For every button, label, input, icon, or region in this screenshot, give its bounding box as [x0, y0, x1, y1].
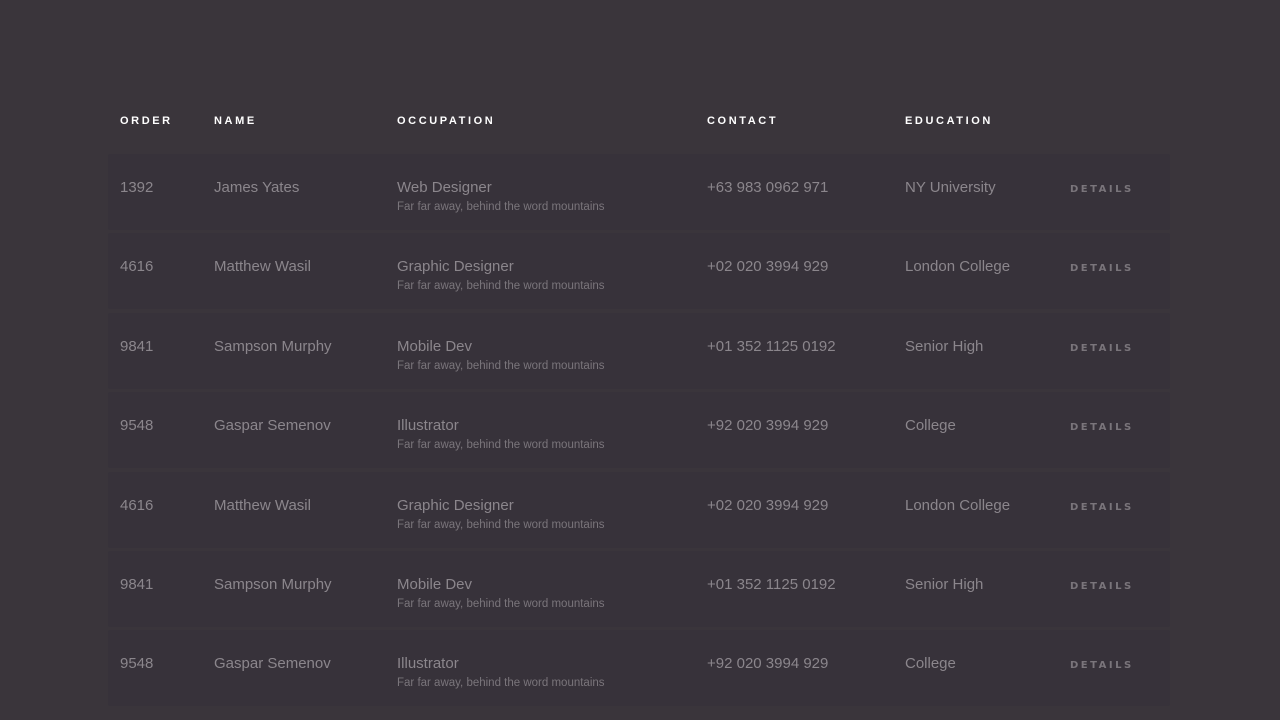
details-button[interactable]: DETAILS [1070, 422, 1134, 433]
cell-contact: +02 020 3994 929 [707, 258, 829, 276]
cell-education: London College [905, 496, 1011, 514]
table-body: 1392 James Yates Web Designer Far far aw… [108, 154, 1170, 707]
table-row: 9548 Gaspar Semenov Illustrator Far far … [108, 630, 1170, 707]
data-table: ORDER NAME OCCUPATION CONTACT EDUCATION … [108, 88, 1170, 710]
occupation-title: Graphic Designer [397, 258, 514, 276]
occupation-description: Far far away, behind the word mountains [397, 518, 605, 531]
cell-contact: +92 020 3994 929 [707, 655, 829, 673]
occupation-title: Graphic Designer [397, 496, 514, 514]
details-button[interactable]: DETAILS [1070, 263, 1134, 274]
cell-contact: +02 020 3994 929 [707, 496, 829, 514]
details-button[interactable]: DETAILS [1070, 184, 1134, 195]
occupation-title: Web Designer [397, 179, 492, 196]
table-row: 4616 Matthew Wasil Graphic Designer Far … [108, 471, 1170, 548]
cell-name: Sampson Murphy [214, 337, 332, 355]
cell-name: Sampson Murphy [214, 575, 332, 593]
header-name: NAME [214, 115, 257, 127]
cell-occupation: Web Designer Far far away, behind the wo… [397, 179, 605, 214]
table-row: 9841 Sampson Murphy Mobile Dev Far far a… [108, 312, 1170, 389]
cell-name: Gaspar Semenov [214, 655, 331, 673]
cell-education: College [905, 655, 956, 673]
cell-order: 1392 [120, 179, 154, 196]
header-contact: CONTACT [707, 115, 779, 127]
occupation-title: Mobile Dev [397, 337, 473, 355]
table-row: 4616 Matthew Wasil Graphic Designer Far … [108, 233, 1170, 310]
table-row: 9548 Gaspar Semenov Illustrator Far far … [108, 392, 1170, 469]
details-button[interactable]: DETAILS [1070, 502, 1134, 513]
cell-education: NY University [905, 179, 996, 196]
cell-occupation: Graphic Designer Far far away, behind th… [397, 497, 605, 532]
cell-order: 9548 [120, 417, 154, 435]
table-row: 1392 James Yates Web Designer Far far aw… [108, 154, 1170, 230]
cell-contact: +01 352 1125 0192 [707, 575, 836, 593]
cell-education: College [905, 417, 956, 435]
cell-order: 9841 [120, 337, 154, 355]
cell-occupation: Mobile Dev Far far away, behind the word… [397, 576, 605, 611]
occupation-description: Far far away, behind the word mountains [397, 439, 605, 452]
cell-contact: +01 352 1125 0192 [707, 337, 836, 355]
cell-order: 4616 [120, 496, 154, 514]
header-occupation: OCCUPATION [397, 115, 496, 127]
occupation-title: Mobile Dev [397, 575, 473, 593]
cell-order: 9841 [120, 575, 154, 593]
cell-name: Gaspar Semenov [214, 417, 331, 435]
cell-contact: +92 020 3994 929 [707, 417, 829, 435]
occupation-title: Illustrator [397, 417, 459, 435]
cell-occupation: Illustrator Far far away, behind the wor… [397, 655, 605, 690]
occupation-description: Far far away, behind the word mountains [397, 597, 605, 610]
table-header: ORDER NAME OCCUPATION CONTACT EDUCATION [108, 88, 1170, 154]
cell-name: James Yates [214, 179, 300, 196]
cell-name: Matthew Wasil [214, 258, 311, 276]
cell-education: Senior High [905, 337, 984, 355]
cell-order: 4616 [120, 258, 154, 276]
cell-contact: +63 983 0962 971 [707, 179, 829, 196]
cell-education: Senior High [905, 575, 984, 593]
cell-name: Matthew Wasil [214, 496, 311, 514]
table-row: 9841 Sampson Murphy Mobile Dev Far far a… [108, 550, 1170, 627]
details-button[interactable]: DETAILS [1070, 343, 1134, 354]
header-education: EDUCATION [905, 115, 993, 127]
cell-order: 9548 [120, 655, 154, 673]
cell-education: London College [905, 258, 1011, 276]
occupation-title: Illustrator [397, 655, 459, 673]
cell-occupation: Illustrator Far far away, behind the wor… [397, 417, 605, 452]
details-button[interactable]: DETAILS [1070, 581, 1134, 592]
occupation-description: Far far away, behind the word mountains [397, 201, 605, 213]
cell-occupation: Graphic Designer Far far away, behind th… [397, 258, 605, 293]
details-button[interactable]: DETAILS [1070, 660, 1134, 671]
occupation-description: Far far away, behind the word mountains [397, 677, 605, 690]
header-order: ORDER [120, 115, 173, 127]
cell-occupation: Mobile Dev Far far away, behind the word… [397, 338, 605, 373]
occupation-description: Far far away, behind the word mountains [397, 280, 605, 293]
occupation-description: Far far away, behind the word mountains [397, 359, 605, 372]
